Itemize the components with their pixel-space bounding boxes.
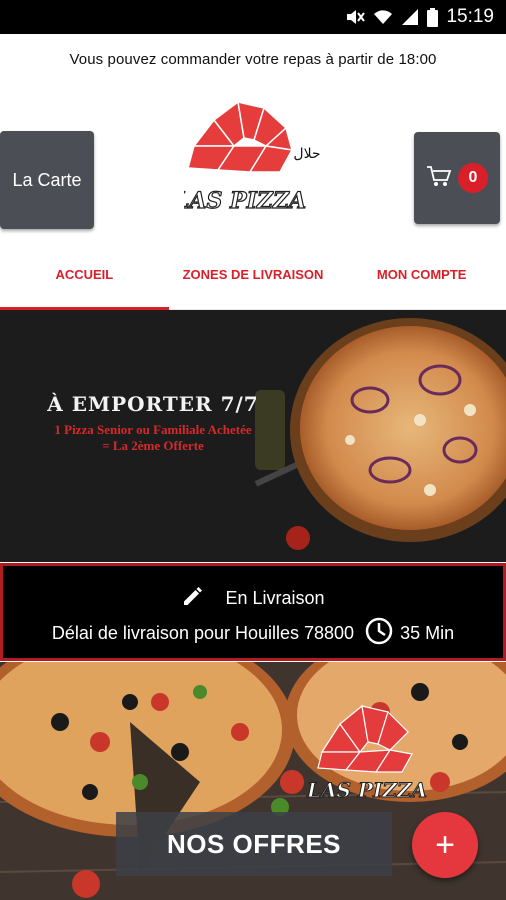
- status-bar: 15:19: [0, 0, 506, 34]
- signal-icon: [401, 8, 419, 26]
- add-fab-button[interactable]: +: [412, 812, 478, 878]
- nos-offres-button[interactable]: NOS OFFRES: [116, 812, 392, 876]
- mute-icon: [345, 8, 366, 26]
- app-header: La Carte حلال LAS PIZZA 0: [0, 84, 506, 234]
- cart-count-badge: 0: [458, 163, 488, 193]
- promo-title: À EMPORTER 7/7: [47, 392, 259, 416]
- offers-logo-text: LAS PIZZA: [306, 778, 427, 802]
- status-time: 15:19: [446, 6, 494, 27]
- delivery-mode: En Livraison: [225, 588, 325, 608]
- promo-line-2: = La 2ème Offerte: [102, 438, 204, 453]
- delivery-info[interactable]: En Livraison Délai de livraison pour Hou…: [0, 563, 506, 661]
- tab-accueil[interactable]: ACCUEIL: [0, 240, 169, 310]
- halal-label: حلال: [293, 146, 320, 162]
- battery-icon: [427, 7, 439, 27]
- promo-text: À EMPORTER 7/7 1 Pizza Senior ou Familia…: [18, 392, 288, 454]
- offers-section: LAS PIZZA NOS OFFRES +: [0, 662, 506, 900]
- promo-line-1: 1 Pizza Senior ou Familiale Achetée: [54, 422, 252, 437]
- las-pizza-logo[interactable]: حلال LAS PIZZA: [172, 98, 324, 218]
- cart-button[interactable]: 0: [414, 132, 500, 224]
- main-tabs: ACCUEIL ZONES DE LIVRAISON MON COMPTE: [0, 240, 506, 310]
- tab-zones-de-livraison[interactable]: ZONES DE LIVRAISON: [169, 240, 338, 309]
- menu-button[interactable]: La Carte: [0, 131, 94, 229]
- promo-banner[interactable]: À EMPORTER 7/7 1 Pizza Senior ou Familia…: [0, 310, 506, 562]
- delivery-time: 35 Min: [400, 623, 455, 643]
- tab-mon-compte[interactable]: MON COMPTE: [337, 240, 506, 309]
- clock-icon: [364, 616, 394, 651]
- logo-text: LAS PIZZA: [184, 188, 306, 214]
- pencil-icon[interactable]: [181, 584, 205, 613]
- opening-notice: Vous pouvez commander votre repas à part…: [69, 50, 437, 68]
- delivery-label: Délai de livraison pour Houilles 78800: [51, 623, 355, 643]
- wifi-icon: [373, 8, 393, 26]
- cart-icon: [426, 164, 452, 193]
